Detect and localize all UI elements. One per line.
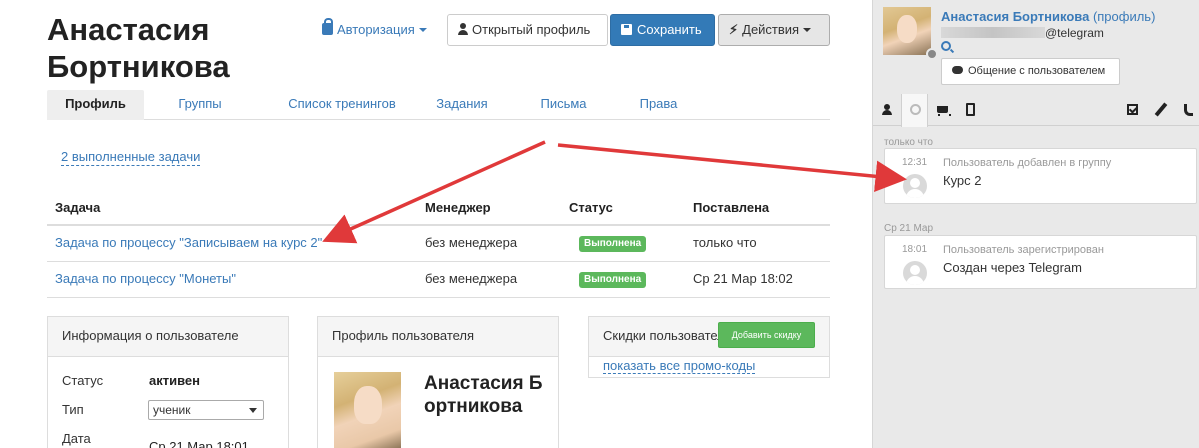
table-header-row: Задача Менеджер Статус Поставлена — [47, 192, 830, 226]
email-suffix: @telegram — [1045, 26, 1104, 40]
task-manager: без менеджера — [425, 235, 518, 250]
user-profile-panel: Профиль пользователя Анастасия Бортников… — [317, 316, 559, 448]
event-time: 12:31 — [902, 157, 928, 168]
user-discounts-panel: Скидки пользователя Добавить скидку пока… — [588, 316, 830, 378]
event-text: Курс 2 — [943, 173, 982, 188]
add-discount-button[interactable]: Добавить скидку — [718, 322, 815, 348]
timeline-event: 18:01 Пользователь зарегистрирован Созда… — [884, 235, 1197, 289]
task-link[interactable]: Задача по процессу "Монеты" — [55, 262, 236, 296]
event-time: 18:01 — [902, 244, 928, 255]
bolt-icon: ⚡︎ — [729, 22, 739, 37]
show-promo-codes-link[interactable]: показать все промо-коды — [603, 358, 756, 374]
cart-icon — [937, 106, 951, 116]
tab-tasks[interactable] — [1119, 94, 1146, 126]
user-avatar-icon — [903, 261, 927, 285]
avatar[interactable] — [883, 7, 931, 55]
task-manager: без менеджера — [425, 271, 518, 286]
comments-icon — [952, 66, 963, 74]
tab-tasks[interactable]: Задания — [427, 90, 497, 120]
user-type-value: ученик — [153, 403, 191, 417]
tablet-icon — [966, 103, 975, 116]
done-tasks-link[interactable]: 2 выполненные задачи — [61, 149, 201, 166]
profile-tabs: Профиль Группы Список тренингов Задания … — [47, 90, 830, 120]
tab-rights[interactable]: Права — [631, 90, 686, 120]
user-avatar-icon — [903, 174, 927, 198]
chat-with-user-button[interactable]: Общение с пользователем — [941, 58, 1120, 85]
tab-orders[interactable] — [929, 94, 956, 126]
timeline-event: 12:31 Пользователь добавлен в группу Кур… — [884, 148, 1197, 204]
type-label: Тип — [62, 402, 84, 417]
search-icon[interactable] — [941, 41, 951, 51]
tab-calls[interactable] — [1175, 94, 1199, 126]
tasks-table: Задача Менеджер Статус Поставлена Задача… — [47, 192, 830, 298]
user-type-select[interactable]: ученик — [148, 400, 264, 420]
tab-groups[interactable]: Группы — [165, 90, 235, 120]
column-header-manager: Менеджер — [425, 200, 491, 215]
column-header-status: Статус — [569, 200, 613, 215]
open-profile-label: Открытый профиль — [472, 22, 591, 37]
status-label: Статус — [62, 373, 104, 388]
person-icon — [882, 104, 892, 115]
pencil-icon — [1154, 102, 1168, 117]
sidebar-user-email: @telegram — [941, 26, 1104, 40]
sidebar-tabs — [873, 94, 1199, 127]
tab-user-info[interactable] — [873, 94, 900, 126]
date-value: Ср 21 Мар 18:01 — [149, 439, 249, 448]
floppy-icon — [621, 24, 632, 35]
task-link[interactable]: Задача по процессу "Записываем на курс 2… — [55, 226, 322, 260]
sidebar-user-name[interactable]: Анастасия Бортникова (профиль) — [941, 9, 1155, 24]
column-header-created: Поставлена — [693, 200, 770, 215]
event-title: Пользователь зарегистрирован — [943, 244, 1104, 256]
main-content: Анастасия Бортникова Авторизация Открыты… — [0, 0, 872, 448]
online-status-dot — [926, 48, 938, 60]
task-status: Выполнена — [579, 226, 647, 260]
timeline-date-label: только что — [884, 137, 933, 148]
caret-down-icon — [803, 28, 812, 32]
user-icon — [458, 23, 468, 35]
tab-history[interactable] — [901, 94, 928, 127]
task-created: только что — [693, 235, 757, 250]
chat-button-label: Общение с пользователем — [968, 65, 1106, 77]
tab-edit[interactable] — [1147, 94, 1174, 126]
date-label: Дата — [62, 431, 91, 446]
event-title: Пользователь добавлен в группу — [943, 157, 1112, 169]
avatar — [334, 372, 401, 448]
status-badge: Выполнена — [579, 236, 647, 252]
profile-link[interactable]: (профиль) — [1093, 9, 1155, 24]
tab-trainings[interactable]: Список тренингов — [267, 90, 417, 120]
checkbox-icon — [1127, 104, 1138, 115]
timeline-date-label: Ср 21 Мар — [884, 223, 934, 234]
save-button[interactable]: Сохранить — [610, 14, 715, 46]
actions-label: Действия — [742, 22, 800, 37]
select-arrow-icon — [249, 408, 257, 413]
redacted-email — [941, 27, 1045, 38]
phone-icon — [1184, 104, 1193, 116]
user-sidebar: Анастасия Бортникова (профиль) @telegram… — [872, 0, 1199, 448]
actions-dropdown-button[interactable]: ⚡︎ Действия — [718, 14, 830, 46]
status-value: активен — [149, 373, 200, 388]
auth-dropdown[interactable]: Авторизация — [322, 18, 427, 37]
tab-profile[interactable]: Профиль — [47, 90, 144, 120]
event-text: Создан через Telegram — [943, 260, 1082, 275]
user-info-panel: Информация о пользователе Статус активен… — [47, 316, 289, 448]
table-row: Задача по процессу "Монеты" без менеджер… — [47, 262, 830, 298]
table-row: Задача по процессу "Записываем на курс 2… — [47, 226, 830, 262]
page-title: Анастасия Бортникова — [47, 12, 230, 84]
task-created: Ср 21 Мар 18:02 — [693, 271, 793, 286]
profile-name: Анастасия Бортникова — [424, 373, 543, 417]
caret-down-icon — [418, 28, 427, 32]
user-info-panel-title: Информация о пользователе — [48, 317, 288, 357]
column-header-task: Задача — [55, 200, 101, 215]
tab-letters[interactable]: Письма — [531, 90, 596, 120]
sidebar-user-name-text: Анастасия Бортникова — [941, 9, 1090, 24]
save-label: Сохранить — [637, 22, 702, 37]
status-badge: Выполнена — [579, 272, 647, 288]
history-icon — [910, 104, 921, 115]
open-profile-button[interactable]: Открытый профиль — [447, 14, 608, 46]
tab-devices[interactable] — [957, 94, 984, 126]
auth-label: Авторизация — [337, 22, 415, 37]
task-status: Выполнена — [579, 262, 647, 296]
user-profile-panel-title: Профиль пользователя — [318, 317, 558, 357]
lock-icon — [322, 18, 333, 35]
